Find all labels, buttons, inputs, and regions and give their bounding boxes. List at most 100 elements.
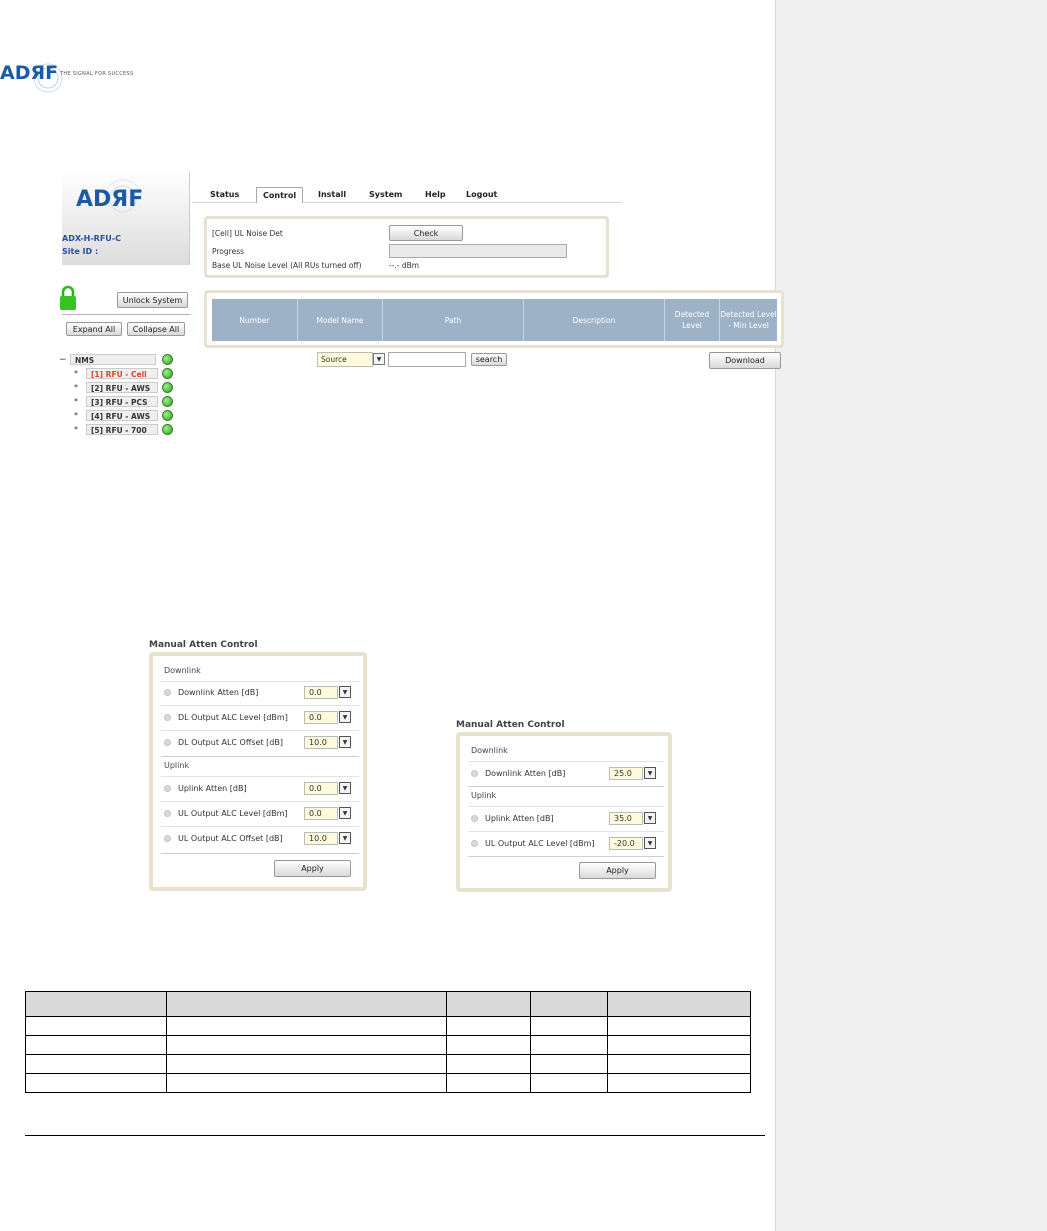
- bullet-icon: [471, 840, 478, 847]
- dl-alc-offset-select[interactable]: 10.0: [304, 736, 338, 749]
- status-led-icon: [162, 382, 173, 393]
- divider: [161, 853, 359, 854]
- downlink-atten-select[interactable]: 25.0: [609, 767, 643, 780]
- chevron-down-icon[interactable]: ▼: [644, 837, 656, 849]
- empty-spec-table: [25, 991, 751, 1093]
- tree-item-label[interactable]: NMS: [70, 354, 156, 365]
- divider: [468, 831, 664, 832]
- table-cell: [607, 1016, 751, 1036]
- table-cell: [607, 1035, 751, 1055]
- chevron-down-icon[interactable]: ▼: [339, 686, 351, 698]
- dl-alc-offset-label: DL Output ALC Offset [dB]: [178, 738, 283, 747]
- manual-atten-title: Manual Atten Control: [149, 640, 258, 650]
- tree-item-label[interactable]: [4] RFU - AWS: [86, 410, 158, 421]
- ul-alc-offset-select[interactable]: 10.0: [304, 832, 338, 845]
- tree-item-label[interactable]: [5] RFU - 700: [86, 424, 158, 435]
- divider: [161, 681, 359, 682]
- divider: [468, 786, 664, 787]
- chevron-down-icon[interactable]: ▼: [339, 736, 351, 748]
- noise-det-title: [Cell] UL Noise Det: [212, 229, 283, 238]
- tab-control[interactable]: Control: [256, 187, 304, 203]
- tree-item-label[interactable]: [2] RFU - AWS: [86, 382, 158, 393]
- search-input[interactable]: [388, 352, 466, 367]
- divider: [468, 856, 664, 857]
- chevron-down-icon[interactable]: ▼: [644, 812, 656, 824]
- footer-rule: [25, 1135, 765, 1136]
- dl-alc-level-select[interactable]: 0.0: [304, 711, 338, 724]
- bullet-icon: [471, 770, 478, 777]
- divider: [161, 756, 359, 757]
- column-description[interactable]: Description: [524, 299, 665, 341]
- table-cell: [25, 1035, 167, 1055]
- chevron-down-icon[interactable]: ▼: [339, 711, 351, 723]
- source-select[interactable]: Source: [317, 352, 373, 367]
- base-noise-label: Base UL Noise Level (All RUs turned off): [212, 261, 362, 270]
- search-button[interactable]: search: [471, 353, 507, 366]
- column-number[interactable]: Number: [212, 299, 298, 341]
- lock-icon: [60, 285, 76, 310]
- column-path[interactable]: Path: [383, 299, 524, 341]
- status-led-icon: [162, 354, 173, 365]
- manual-atten-panel-left: Downlink Downlink Atten [dB] 0.0 ▼ DL Ou…: [149, 652, 367, 891]
- tab-help[interactable]: Help: [425, 187, 446, 203]
- bullet-icon: [164, 785, 171, 792]
- downlink-atten-select[interactable]: 0.0: [304, 686, 338, 699]
- table-cell: [25, 1073, 167, 1093]
- table-header-row: [25, 991, 751, 1017]
- chevron-down-icon[interactable]: ▼: [373, 353, 385, 365]
- apply-button[interactable]: Apply: [579, 862, 656, 879]
- site-id-label: Site ID :: [62, 247, 99, 256]
- table-header-cell: [25, 991, 167, 1017]
- collapse-all-button[interactable]: Collapse All: [127, 322, 185, 336]
- unlock-system-button[interactable]: Unlock System: [117, 292, 188, 308]
- column-detected-level[interactable]: Detected Level: [665, 299, 720, 341]
- column-detected-minus-min[interactable]: Detected Level - Min Level: [720, 299, 777, 341]
- manual-atten-title: Manual Atten Control: [456, 720, 565, 730]
- table-header-cell: [530, 991, 608, 1017]
- base-noise-value: --.- dBm: [389, 261, 420, 270]
- table-cell: [446, 1073, 531, 1093]
- dl-alc-level-label: DL Output ALC Level [dBm]: [178, 713, 288, 722]
- download-button[interactable]: Download: [709, 352, 781, 369]
- chevron-down-icon[interactable]: ▼: [339, 782, 351, 794]
- divider: [161, 801, 359, 802]
- divider: [468, 761, 664, 762]
- bullet-icon: [471, 815, 478, 822]
- bullet-icon: [164, 689, 171, 696]
- uplink-header: Uplink: [471, 791, 497, 800]
- ul-alc-offset-label: UL Output ALC Offset [dB]: [178, 834, 283, 843]
- chevron-down-icon[interactable]: ▼: [644, 767, 656, 779]
- uplink-atten-select[interactable]: 0.0: [304, 782, 338, 795]
- uplink-atten-label: Uplink Atten [dB]: [485, 814, 554, 823]
- column-model-name[interactable]: Model Name: [298, 299, 383, 341]
- results-grid-panel: Number Model Name Path Description Detec…: [204, 290, 784, 348]
- table-cell: [446, 1054, 531, 1074]
- table-header-cell: [446, 991, 531, 1017]
- divider: [161, 776, 359, 777]
- uplink-atten-select[interactable]: 35.0: [609, 812, 643, 825]
- ul-alc-level-select[interactable]: 0.0: [304, 807, 338, 820]
- sidebar-header: ADЯF ADX-H-RFU-C Site ID :: [62, 171, 190, 265]
- apply-button[interactable]: Apply: [274, 860, 351, 877]
- tree-bullet: *: [74, 369, 78, 378]
- tree-bullet: *: [74, 383, 78, 392]
- table-cell: [166, 1016, 447, 1036]
- tree-item-label[interactable]: [1] RFU - Cell: [86, 368, 158, 379]
- collapse-toggle[interactable]: −: [59, 354, 67, 366]
- table-row: [25, 1035, 751, 1055]
- progress-bar: [389, 244, 567, 258]
- expand-all-button[interactable]: Expand All: [66, 322, 122, 336]
- tree-bullet: *: [74, 411, 78, 420]
- chevron-down-icon[interactable]: ▼: [339, 832, 351, 844]
- tree-bullet: *: [74, 425, 78, 434]
- chevron-down-icon[interactable]: ▼: [339, 807, 351, 819]
- check-button[interactable]: Check: [389, 225, 463, 241]
- tab-system[interactable]: System: [369, 187, 402, 203]
- tab-logout[interactable]: Logout: [466, 187, 497, 203]
- ul-alc-level-select[interactable]: -20.0: [609, 837, 643, 850]
- bullet-icon: [164, 835, 171, 842]
- tab-install[interactable]: Install: [318, 187, 346, 203]
- tree-item-label[interactable]: [3] RFU - PCS: [86, 396, 158, 407]
- status-led-icon: [162, 368, 173, 379]
- tab-status[interactable]: Status: [210, 187, 239, 203]
